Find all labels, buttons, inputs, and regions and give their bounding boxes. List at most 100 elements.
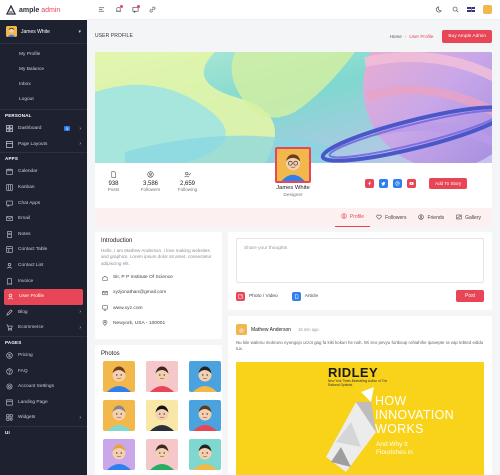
invoice-icon xyxy=(6,278,13,285)
sidebar-item-label: Blog xyxy=(18,309,28,315)
photo-video-label[interactable]: Photo / Video xyxy=(249,294,278,299)
sidebar-item-ecommerce[interactable]: Ecommerce › xyxy=(0,320,87,336)
sidebar-item-label: Chat Apps xyxy=(18,200,41,206)
email-text[interactable]: xyzjonathan@gmail.com xyxy=(113,290,166,295)
sidebar-item-label: Dashboard xyxy=(18,126,42,132)
chevron-right-icon: › xyxy=(79,324,81,331)
sidebar-item-contact-table[interactable]: Contact Table xyxy=(0,242,87,258)
add-to-story-button[interactable]: Add To Story xyxy=(429,178,468,189)
introduction-card: Introduction Hello, I am Mathew Anderson… xyxy=(95,232,222,339)
sidebar-item-label: Kanban xyxy=(18,185,35,191)
section-personal: PERSONAL xyxy=(0,109,87,121)
desktop-icon xyxy=(101,305,108,311)
sidebar-item-label: Ecommerce xyxy=(18,325,44,331)
breadcrumb-separator: › xyxy=(404,33,407,39)
menu-icon[interactable] xyxy=(97,6,105,14)
brand-logo[interactable]: ample admin xyxy=(0,0,87,20)
sidebar-user-toggle[interactable]: James White ▾ xyxy=(0,20,87,44)
gallery-photo[interactable] xyxy=(103,400,135,431)
user-link-logout[interactable]: Logout xyxy=(19,92,87,107)
sidebar-item-contact-list[interactable]: Contact List xyxy=(0,258,87,274)
post-image[interactable]: RIDLEY New York Times Bestselling Author… xyxy=(236,362,484,475)
message-dot xyxy=(137,4,140,8)
profile-avatar[interactable] xyxy=(275,147,311,183)
facebook-icon[interactable] xyxy=(365,179,374,188)
sidebar-item-label: Email xyxy=(18,216,30,222)
tab-friends[interactable]: Friends xyxy=(412,208,450,227)
language-flag-icon[interactable] xyxy=(467,7,475,12)
user-link-my-profile[interactable]: My Profile xyxy=(19,47,87,62)
sidebar-item-pricing[interactable]: Pricing xyxy=(0,348,87,364)
page-title: USER PROFILE xyxy=(95,33,133,39)
link-icon[interactable] xyxy=(148,6,156,14)
sidebar-item-label: Pricing xyxy=(18,353,33,359)
profile-tabs: Profile Followers Friends Gallery xyxy=(95,208,492,227)
post-composer: Share your thoughts Photo / Video Articl… xyxy=(228,232,492,310)
tab-profile[interactable]: Profile xyxy=(334,208,371,227)
gallery-photo[interactable] xyxy=(103,439,135,470)
post-author-name[interactable]: Mathew Anderson xyxy=(251,327,291,333)
post-author-avatar[interactable] xyxy=(236,324,247,335)
user-link-inbox[interactable]: Inbox xyxy=(19,77,87,92)
tab-followers[interactable]: Followers xyxy=(370,208,412,227)
apps-list: Calendar Kanban Chat Apps Email Notes Contact… xyxy=(0,164,87,336)
gallery-photo[interactable] xyxy=(146,361,178,392)
breadcrumb: Home › User Profile Buy Ample Admin xyxy=(390,29,492,43)
sidebar-item-label: Calendar xyxy=(18,169,38,175)
contact-list-icon xyxy=(6,262,13,269)
sidebar-item-blog[interactable]: Blog › xyxy=(0,305,87,321)
article-label[interactable]: Article xyxy=(305,294,318,299)
search-icon[interactable] xyxy=(451,6,459,14)
location-text: Newyork, USA - 100001 xyxy=(113,320,166,326)
sidebar-item-faq[interactable]: FAQ xyxy=(0,363,87,379)
sidebar-item-notes[interactable]: Notes xyxy=(0,227,87,243)
chevron-right-icon: › xyxy=(79,141,81,148)
sidebar-item-widgets[interactable]: Widgets › xyxy=(0,410,87,426)
stat-label: Following xyxy=(177,187,198,192)
gallery-photo[interactable] xyxy=(103,361,135,392)
gallery-photo[interactable] xyxy=(189,439,221,470)
profile-info: 938 Posts 3,586 Followers 2,659 Followin… xyxy=(95,147,492,208)
gallery-photo[interactable] xyxy=(189,400,221,431)
gallery-photo[interactable] xyxy=(189,361,221,392)
friends-icon xyxy=(418,213,425,222)
school-text: Sir, P P Institute Of Science xyxy=(113,275,173,281)
twitter-icon[interactable] xyxy=(379,179,388,188)
message-icon[interactable] xyxy=(131,4,140,14)
tab-label: Followers xyxy=(385,214,407,221)
user-links: My Profile My Balance Inbox Logout xyxy=(0,44,87,109)
topbar-avatar[interactable] xyxy=(483,5,492,14)
tab-gallery[interactable]: Gallery xyxy=(450,208,487,227)
moon-icon[interactable] xyxy=(435,6,443,14)
website-text[interactable]: www.xyz.com xyxy=(113,306,143,311)
photo-video-icon[interactable] xyxy=(236,291,245,301)
sidebar-item-landing-page[interactable]: Landing Page xyxy=(0,395,87,411)
dribbble-icon[interactable] xyxy=(393,179,402,188)
bell-icon[interactable] xyxy=(114,4,123,14)
book-subtitle: New York Times Bestselling Author of The… xyxy=(328,379,388,387)
photo-grid xyxy=(101,361,221,470)
sidebar-item-calendar[interactable]: Calendar xyxy=(0,164,87,180)
buy-button[interactable]: Buy Ample Admin xyxy=(442,29,492,43)
sidebar-item-user-profile[interactable]: User Profile xyxy=(4,288,83,305)
gallery-photo[interactable] xyxy=(146,439,178,470)
gallery-photo[interactable] xyxy=(146,400,178,431)
article-icon[interactable] xyxy=(291,291,301,301)
sidebar-item-kanban[interactable]: Kanban xyxy=(0,180,87,196)
user-link-my-balance[interactable]: My Balance xyxy=(19,62,87,77)
breadcrumb-home[interactable]: Home xyxy=(390,34,402,39)
youtube-icon[interactable] xyxy=(407,179,416,188)
sidebar-item-label: Page Layouts xyxy=(18,141,48,147)
sidebar-item-email[interactable]: Email xyxy=(0,211,87,227)
share-thoughts-input[interactable]: Share your thoughts xyxy=(236,238,484,283)
post-button[interactable]: Post xyxy=(455,290,484,302)
sidebar-item-account-settings[interactable]: Account Settings xyxy=(0,379,87,395)
sidebar-item-page-layouts[interactable]: Page Layouts › xyxy=(0,137,87,153)
sidebar-item-dashboard[interactable]: Dashboard 5 › xyxy=(0,121,87,137)
sidebar-item-chat-apps[interactable]: Chat Apps xyxy=(0,195,87,211)
book-headline: HOW INNOVATION WORKS xyxy=(375,394,454,436)
sidebar-item-invoice[interactable]: Invoice xyxy=(0,273,87,289)
tab-label: Profile xyxy=(349,214,365,220)
intro-location: Newyork, USA - 100001 xyxy=(101,316,216,331)
photos-card: Photos xyxy=(95,345,222,475)
